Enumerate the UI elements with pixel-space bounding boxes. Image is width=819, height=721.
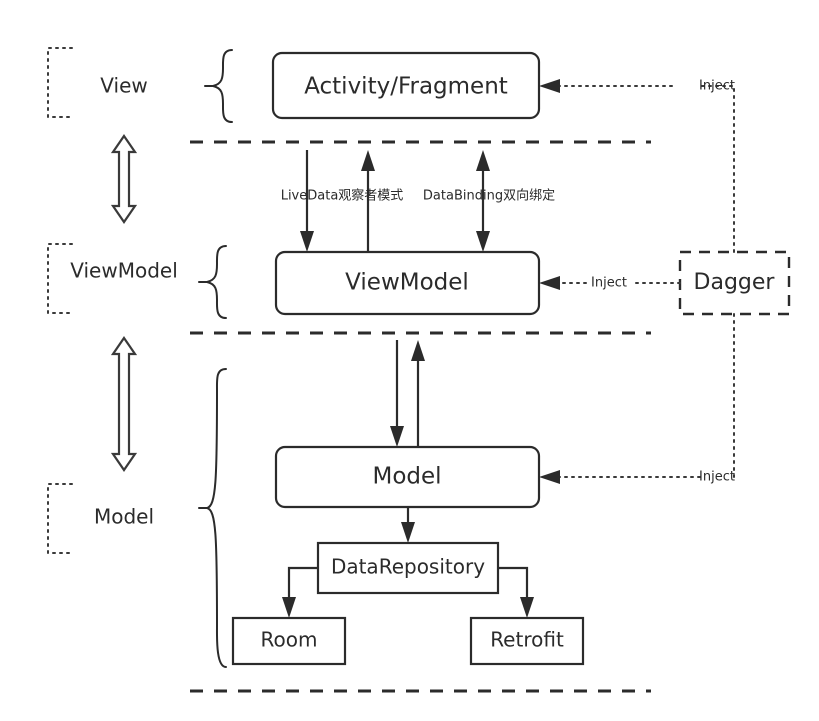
data-repository-label: DataRepository xyxy=(331,555,485,579)
node-activity-fragment[interactable]: Activity/Fragment xyxy=(271,51,541,120)
brace-viewmodel xyxy=(198,245,227,319)
arrow-repository-to-room xyxy=(282,566,318,618)
brace-model xyxy=(198,368,227,668)
hollow-double-arrow-view-viewmodel xyxy=(110,134,138,224)
layer-label-model: Model xyxy=(94,505,154,529)
room-label: Room xyxy=(261,628,318,652)
arrow-viewmodel-to-model xyxy=(390,340,404,447)
inject-label-model: Inject xyxy=(699,470,735,485)
inject-edge-viewmodel: Inject xyxy=(539,276,681,291)
arrow-model-to-viewmodel xyxy=(411,340,425,447)
layer-label-viewmodel: ViewModel xyxy=(70,259,178,283)
brace-view xyxy=(204,49,233,123)
dotted-bracket-model xyxy=(47,483,73,554)
model-label: Model xyxy=(372,464,441,490)
node-retrofit[interactable]: Retrofit xyxy=(469,616,585,666)
hollow-double-arrow-viewmodel-model xyxy=(110,336,138,472)
node-room[interactable]: Room xyxy=(231,616,347,666)
dotted-bracket-viewmodel xyxy=(47,243,73,314)
node-data-repository[interactable]: DataRepository xyxy=(316,541,500,595)
arrow-model-to-repository xyxy=(401,507,415,543)
inject-label-viewmodel: Inject xyxy=(591,276,627,291)
inject-edge-model: Inject xyxy=(539,313,735,485)
viewmodel-label: ViewModel xyxy=(345,270,469,296)
activity-fragment-label: Activity/Fragment xyxy=(304,74,508,100)
inject-label-view: Inject xyxy=(699,79,735,94)
diagram-canvas: View ViewModel Model Activity/Fragment V… xyxy=(47,47,791,693)
inject-edge-view: Inject xyxy=(539,79,735,253)
edge-label-livedata: LiveData观察者模式 xyxy=(281,189,404,204)
node-viewmodel[interactable]: ViewModel xyxy=(274,250,541,316)
arrow-repository-to-retrofit xyxy=(498,566,534,618)
dagger-label: Dagger xyxy=(694,270,776,295)
edge-label-databinding: DataBinding双向绑定 xyxy=(423,188,555,204)
layer-label-view: View xyxy=(100,74,147,98)
architecture-diagram: View ViewModel Model Activity/Fragment V… xyxy=(0,0,819,721)
retrofit-label: Retrofit xyxy=(490,628,564,652)
node-dagger[interactable]: Dagger xyxy=(678,250,791,316)
node-model[interactable]: Model xyxy=(274,445,541,509)
dotted-bracket-view xyxy=(47,47,73,118)
